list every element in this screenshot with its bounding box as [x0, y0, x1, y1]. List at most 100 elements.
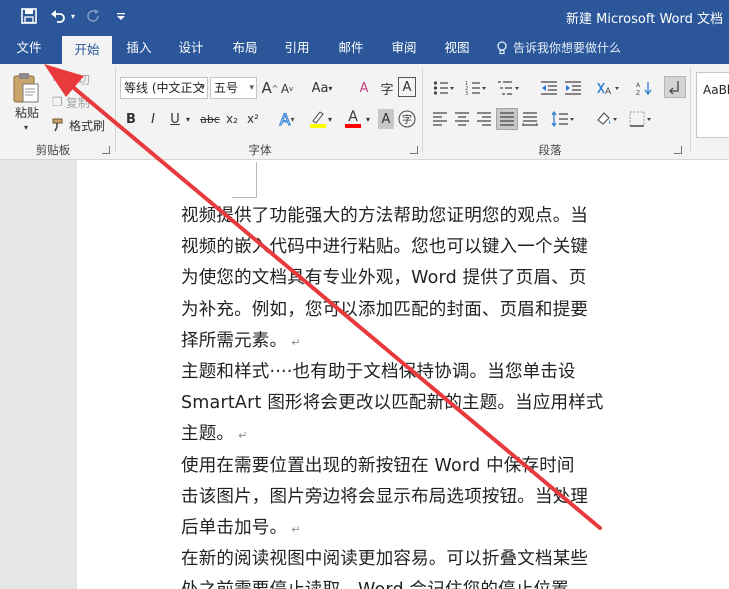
align-left-icon[interactable] — [430, 109, 450, 129]
paste-icon[interactable] — [8, 70, 44, 106]
document-text-line[interactable]: 主题。 ↵ — [181, 420, 248, 445]
document-text-line[interactable]: 主题和样式····也有助于文档保持协调。当您单击设 — [181, 358, 576, 383]
chevron-down-icon[interactable]: ▾ — [200, 78, 205, 98]
tab-mailings[interactable]: 邮件 — [330, 32, 372, 64]
paragraph-mark: ↵ — [238, 429, 248, 443]
grow-font-icon[interactable]: A ^ — [262, 78, 279, 98]
tab-home[interactable]: 开始 — [62, 36, 112, 64]
show-hide-marks-icon[interactable] — [664, 76, 686, 98]
margin-corner-mark — [249, 162, 257, 198]
line-text: 视频提供了功能强大的方法帮助您证明您的观点。当 — [181, 206, 589, 226]
document-title: 新建 Microsoft Word 文档 — [566, 12, 723, 27]
redo-icon[interactable] — [84, 0, 102, 32]
document-text-line[interactable]: 为使您的文档具有专业外观，Word 提供了页眉、页 — [181, 264, 587, 289]
paste-label[interactable]: 粘贴 — [10, 104, 44, 120]
cut-button[interactable]: ✂ 剪切 — [52, 71, 90, 87]
chevron-down-icon[interactable]: ▾ — [249, 78, 254, 98]
font-group-label: 字体 — [248, 143, 272, 157]
highlight-color-icon[interactable]: ▾ — [306, 108, 334, 130]
superscript-button[interactable]: x² — [245, 109, 261, 129]
line-text: 主题。 — [181, 424, 235, 445]
clipboard-group-label: 剪贴板 — [35, 143, 71, 157]
line-text: 使用在需要位置出现的新按钮在 Word 中保存时间 — [181, 455, 575, 476]
tab-insert[interactable]: 插入 — [118, 32, 160, 64]
customize-qat-icon[interactable] — [114, 0, 128, 32]
paragraph-launcher-icon[interactable] — [674, 146, 682, 154]
subscript-button[interactable]: x₂ — [224, 109, 240, 129]
font-launcher-icon[interactable] — [410, 146, 418, 154]
margin-corner-mark — [232, 197, 257, 198]
tab-layout[interactable]: 布局 — [224, 32, 266, 64]
character-shading-icon[interactable]: A — [378, 109, 394, 129]
svg-text:A: A — [636, 82, 641, 89]
document-text-line[interactable]: 视频的嵌入代码中进行粘贴。您也可以键入一个关键 — [181, 233, 588, 258]
document-text-line[interactable]: 视频提供了功能强大的方法帮助您证明您的观点。当 — [181, 202, 588, 227]
paragraph-shading-icon[interactable] — [592, 109, 622, 129]
format-painter-label: 格式刷 — [69, 118, 106, 133]
increase-indent-icon[interactable] — [562, 78, 584, 98]
svg-text:3: 3 — [465, 91, 468, 96]
paragraph-mark: ↵ — [291, 335, 301, 349]
save-icon[interactable] — [18, 0, 40, 32]
align-right-icon[interactable] — [474, 109, 494, 129]
multilevel-list-icon[interactable] — [494, 78, 524, 98]
bullets-icon[interactable] — [430, 78, 458, 98]
font-name-combo[interactable]: 等线 (中文正文 ▾ — [120, 77, 208, 99]
align-center-icon[interactable] — [452, 109, 472, 129]
tell-me-box[interactable]: 告诉我你想要做什么 — [496, 32, 621, 64]
chevron-down-icon[interactable]: ▾ — [364, 109, 372, 129]
document-text-line[interactable]: 择所需元素。 ↵ — [181, 327, 301, 352]
document-text-line[interactable]: SmartArt 图形将会更改以匹配新的主题。当应用样式 — [181, 389, 604, 414]
chinese-layout-icon[interactable]: A — [594, 78, 624, 98]
copy-button[interactable]: ❐ 复制 — [52, 94, 90, 110]
borders-icon[interactable] — [626, 109, 656, 129]
format-painter-button[interactable]: 格式刷 — [52, 117, 105, 133]
document-canvas: 视频提供了功能强大的方法帮助您证明您的观点。当视频的嵌入代码中进行粘贴。您也可以… — [0, 160, 729, 589]
group-separator — [690, 68, 691, 152]
line-spacing-icon[interactable] — [548, 109, 578, 129]
font-size-value: 五号 — [214, 81, 239, 95]
tab-view[interactable]: 视图 — [436, 32, 478, 64]
document-text-line[interactable]: 后单击加号。 ↵ — [181, 514, 301, 539]
title-bar: ▾ 新建 Microsoft Word 文档 — [0, 0, 729, 32]
undo-dropdown-icon[interactable]: ▾ — [68, 0, 78, 32]
font-size-combo[interactable]: 五号 ▾ — [210, 77, 257, 99]
justify-icon[interactable] — [496, 108, 518, 130]
group-separator — [115, 68, 116, 152]
paragraph-group-label: 段落 — [538, 143, 562, 157]
document-text-line[interactable]: 在新的阅读视图中阅读更加容易。可以折叠文档某些 — [181, 545, 588, 570]
svg-text:字: 字 — [402, 113, 412, 126]
change-case-icon[interactable]: Aa ▾ — [310, 78, 334, 98]
decrease-indent-icon[interactable] — [538, 78, 560, 98]
sort-icon[interactable]: AZ — [634, 78, 656, 98]
strikethrough-button[interactable]: abc — [199, 109, 221, 129]
style-gallery-item[interactable]: AaBl — [696, 72, 729, 138]
tab-design[interactable]: 设计 — [170, 32, 212, 64]
document-text-line[interactable]: 使用在需要位置出现的新按钮在 Word 中保存时间 — [181, 452, 575, 477]
chevron-down-icon[interactable]: ▾ — [184, 109, 192, 129]
line-text: 后单击加号。 — [181, 518, 288, 538]
document-text-line[interactable]: 处之前需要停止读取，Word 会记住您的停止位置 — [181, 576, 569, 589]
clear-formatting-icon[interactable]: A — [355, 78, 373, 98]
underline-button[interactable]: U — [168, 109, 182, 129]
tell-me-text: 告诉我你想要做什么 — [513, 41, 622, 55]
text-effects-icon[interactable]: A ▾ — [275, 108, 299, 130]
numbering-icon[interactable]: 123 — [462, 78, 490, 98]
line-text: 为补充。例如，您可以添加匹配的封面、页眉和提要 — [181, 299, 589, 320]
document-text-line[interactable]: 击该图片，图片旁边将会显示布局选项按钮。当处理 — [181, 483, 588, 508]
tab-references[interactable]: 引用 — [276, 32, 318, 64]
undo-icon[interactable] — [48, 0, 68, 32]
paste-dropdown-icon[interactable]: ▾ — [18, 122, 34, 132]
enclose-characters-icon[interactable]: 字 — [398, 108, 416, 130]
tab-review[interactable]: 审阅 — [383, 32, 425, 64]
clipboard-launcher-icon[interactable] — [102, 146, 110, 154]
shrink-font-icon[interactable]: Av — [280, 80, 294, 98]
phonetic-guide-icon[interactable]: 字 — [378, 78, 396, 98]
distributed-icon[interactable] — [520, 109, 540, 129]
character-border-icon[interactable]: A — [398, 77, 416, 97]
tab-file[interactable]: 文件 — [6, 32, 52, 64]
bold-button[interactable]: B — [124, 109, 138, 129]
document-text-line[interactable]: 为补充。例如，您可以添加匹配的封面、页眉和提要 — [181, 296, 588, 321]
italic-button[interactable]: I — [146, 109, 160, 129]
font-color-icon[interactable]: A — [340, 108, 366, 130]
